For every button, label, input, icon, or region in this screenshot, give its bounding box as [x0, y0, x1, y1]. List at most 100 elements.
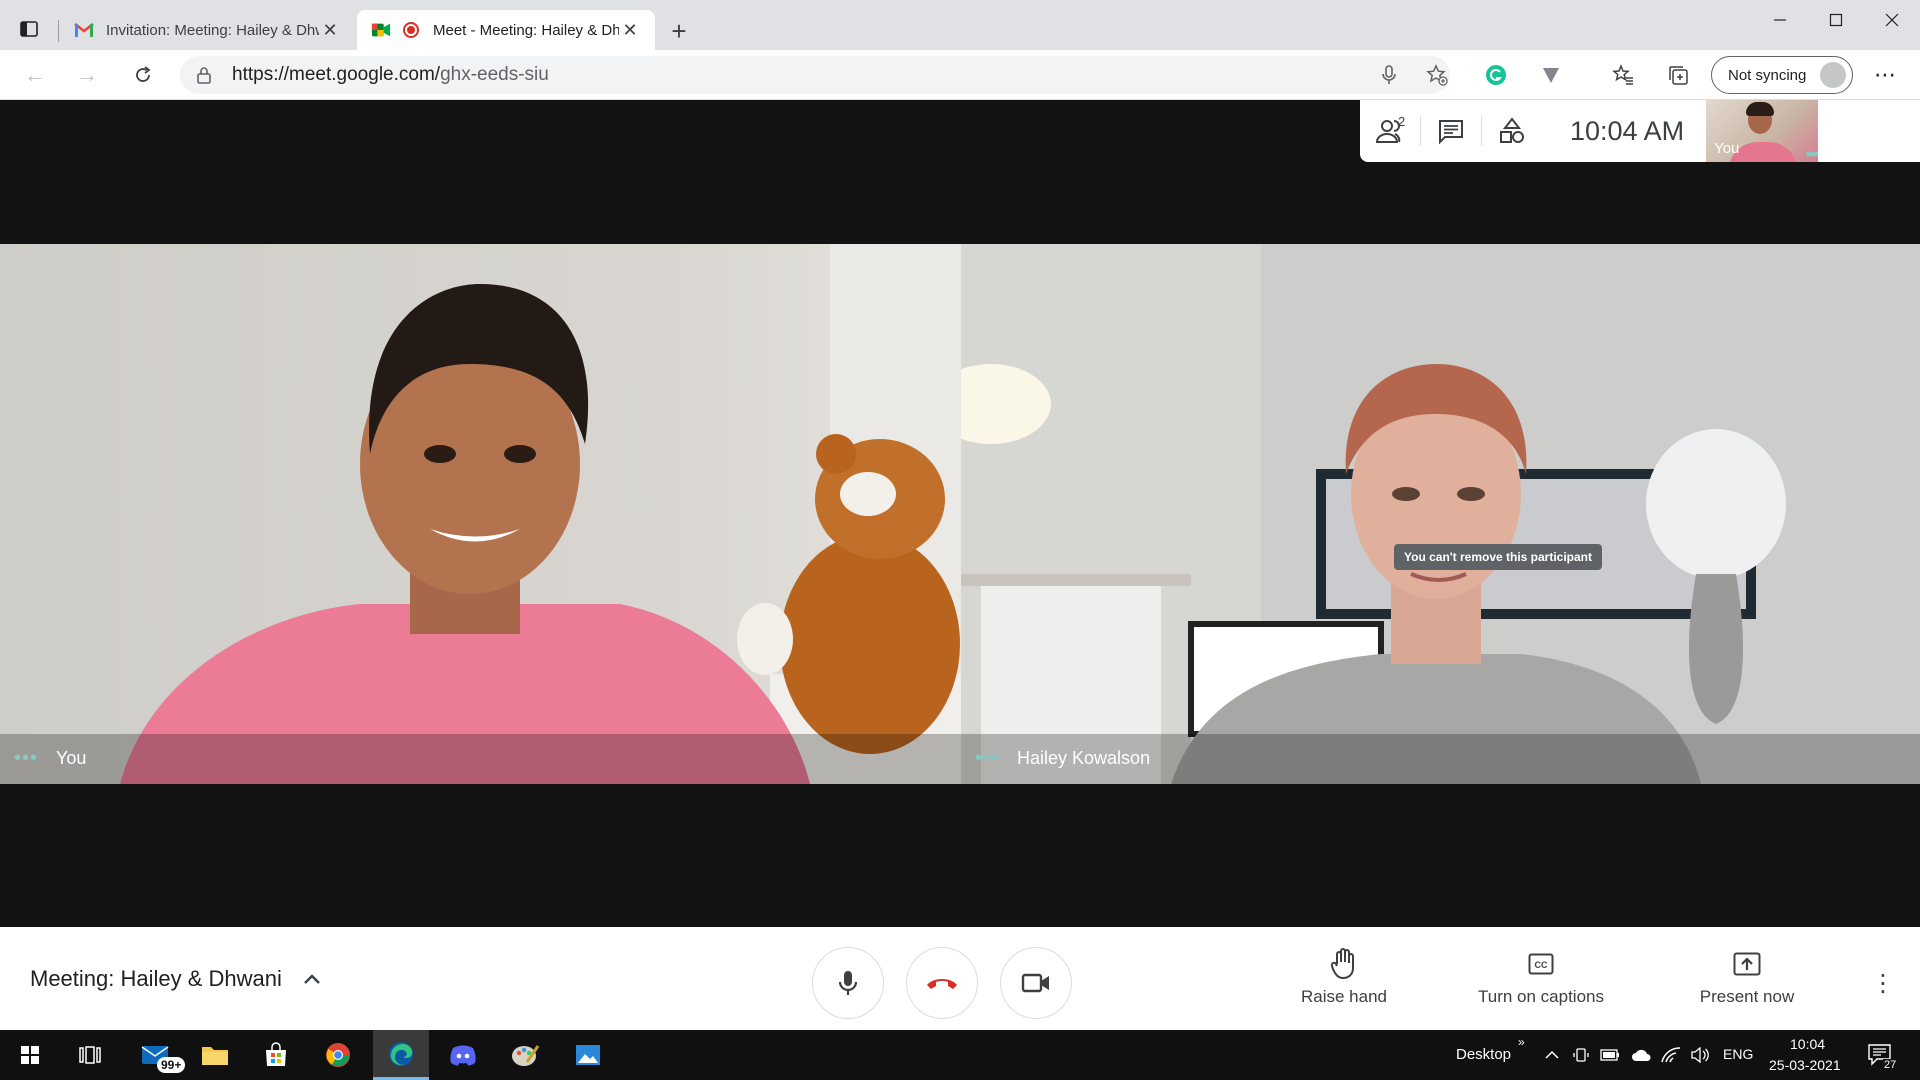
tab-gmail-invitation[interactable]: Invitation: Meeting: Hailey & Dhwani ✕: [60, 10, 355, 50]
sync-label: Not syncing: [1728, 66, 1807, 84]
taskbar-clock-date[interactable]: 25-03-2021: [1769, 1057, 1841, 1073]
audio-level-icon: •••: [1805, 144, 1819, 162]
url-text: https://meet.google.com/ghx-eeds-siu: [232, 64, 549, 86]
camera-icon: [1021, 973, 1049, 993]
participant-name: Hailey Kowalson: [1017, 748, 1151, 768]
mail-app-icon[interactable]: 99+: [127, 1030, 186, 1080]
participant-name: You: [56, 748, 87, 768]
meeting-title: Meeting: Hailey & Dhwani: [30, 965, 282, 991]
toolbar-overflow-icon[interactable]: »: [1518, 1035, 1525, 1049]
chrome-icon[interactable]: [310, 1030, 366, 1080]
people-button[interactable]: 2: [1360, 100, 1420, 162]
discord-icon[interactable]: [435, 1030, 491, 1080]
tab-separator: [58, 20, 59, 42]
meet-stage: 2 10:04 AM You ••• ••• You You can't rem…: [0, 100, 1920, 927]
captions-label: Turn on captions: [1478, 987, 1604, 1006]
maximize-button[interactable]: [1808, 0, 1864, 40]
self-thumbnail-label: You: [1714, 140, 1740, 157]
volume-icon[interactable]: [1689, 1045, 1711, 1065]
microsoft-store-icon[interactable]: [248, 1030, 304, 1080]
google-meet-icon: [371, 20, 391, 40]
edge-browser-icon[interactable]: [373, 1030, 429, 1080]
add-favorite-icon[interactable]: [1422, 60, 1452, 90]
activities-button[interactable]: [1482, 100, 1542, 162]
battery-icon[interactable]: [1599, 1045, 1621, 1065]
back-icon[interactable]: ←: [20, 60, 50, 90]
device-tray-icon[interactable]: [1570, 1045, 1592, 1065]
chat-button[interactable]: [1421, 100, 1481, 162]
meet-top-panel: 2 10:04 AM You •••: [1360, 100, 1920, 162]
tab-google-meet[interactable]: Meet - Meeting: Hailey & Dhwani ✕: [357, 10, 655, 50]
task-view-icon[interactable]: [62, 1030, 118, 1080]
meeting-clock: 10:04 AM: [1570, 115, 1685, 146]
microphone-icon: [838, 971, 858, 995]
microphone-permission-icon[interactable]: [1374, 60, 1404, 90]
notification-count-badge: 27: [1883, 1059, 1898, 1071]
close-window-button[interactable]: [1864, 0, 1920, 40]
participant-count: 2: [1398, 114, 1406, 129]
present-now-label: Present now: [1699, 987, 1795, 1006]
present-screen-icon: [1733, 947, 1761, 981]
onedrive-cloud-icon[interactable]: [1630, 1045, 1652, 1065]
close-tab-icon[interactable]: ✕: [619, 19, 641, 41]
tab-actions-icon[interactable]: [14, 14, 44, 44]
windows-taskbar: 99+ Desktop » ENG 10:04 25-03-2021 27: [0, 1030, 1920, 1080]
forward-icon[interactable]: →: [72, 60, 102, 90]
file-explorer-icon[interactable]: [187, 1030, 243, 1080]
mail-unread-badge: 99+: [157, 1057, 186, 1073]
tab-title: Invitation: Meeting: Hailey & Dhwani: [106, 21, 319, 39]
close-tab-icon[interactable]: ✕: [319, 19, 341, 41]
lamp-shade: [1646, 429, 1786, 579]
gmail-icon: [74, 20, 94, 40]
raise-hand-icon: [1331, 947, 1357, 981]
camera-button[interactable]: [1000, 947, 1072, 1019]
captions-button[interactable]: CC Turn on captions: [1466, 947, 1616, 1019]
microphone-button[interactable]: [812, 947, 884, 1019]
address-bar[interactable]: https://meet.google.com/ghx-eeds-siu: [180, 56, 1450, 94]
extension-icon[interactable]: [1536, 60, 1566, 90]
teddy-bear: [780, 534, 960, 754]
participant-tile-hailey[interactable]: You can't remove this participant ••• Ha…: [961, 244, 1920, 784]
photos-app-icon[interactable]: [560, 1030, 616, 1080]
url-host: https://meet.google.com/: [232, 64, 441, 85]
end-call-icon: [927, 979, 957, 989]
participant-name-tag: ••• You: [14, 747, 86, 770]
self-view-thumbnail[interactable]: You •••: [1706, 100, 1819, 162]
show-hidden-icons-chevron-icon[interactable]: [1541, 1045, 1563, 1065]
video-feed-hailey: [961, 244, 1920, 784]
browser-toolbar: ← → https://meet.google.com/ghx-eeds-siu…: [0, 50, 1920, 100]
browser-tabstrip: Invitation: Meeting: Hailey & Dhwani ✕ M…: [0, 0, 1920, 50]
meeting-details-toggle[interactable]: Meeting: Hailey & Dhwani: [30, 927, 324, 1030]
more-options-icon[interactable]: ⋮: [1868, 963, 1898, 1003]
tab-title: Meet - Meeting: Hailey & Dhwani: [433, 21, 619, 39]
url-path: ghx-eeds-siu: [440, 64, 549, 85]
reload-icon[interactable]: [128, 60, 158, 90]
captions-icon: CC: [1528, 947, 1554, 981]
minimize-button[interactable]: [1752, 0, 1808, 40]
profile-sync-button[interactable]: Not syncing: [1711, 56, 1853, 94]
audio-level-icon: •••: [975, 747, 1000, 769]
paint-app-icon[interactable]: [497, 1030, 553, 1080]
lock-icon[interactable]: [196, 66, 214, 84]
desktop-toolbar-label[interactable]: Desktop: [1456, 1046, 1511, 1063]
raise-hand-label: Raise hand: [1300, 987, 1387, 1006]
taskbar-clock-time[interactable]: 10:04: [1790, 1036, 1825, 1052]
leave-call-button[interactable]: [906, 947, 978, 1019]
recording-indicator-icon: [403, 22, 419, 38]
browser-menu-icon[interactable]: ⋯: [1870, 60, 1900, 90]
grammarly-extension-icon[interactable]: [1481, 60, 1511, 90]
chevron-up-icon: [300, 967, 324, 991]
svg-text:CC: CC: [1535, 960, 1548, 970]
raise-hand-button[interactable]: Raise hand: [1269, 947, 1419, 1019]
input-language-indicator[interactable]: ENG: [1723, 1046, 1753, 1062]
profile-avatar-icon: [1820, 62, 1846, 88]
video-feed-you: [0, 244, 961, 784]
windows-start-icon[interactable]: [2, 1030, 58, 1080]
wifi-icon[interactable]: [1660, 1045, 1682, 1065]
participant-tile-you[interactable]: ••• You: [0, 244, 961, 784]
favorites-icon[interactable]: [1608, 60, 1638, 90]
present-now-button[interactable]: Present now: [1672, 947, 1822, 1019]
collections-icon[interactable]: [1663, 60, 1693, 90]
thumbnail-hair: [1746, 102, 1775, 116]
new-tab-button[interactable]: +: [664, 16, 694, 46]
